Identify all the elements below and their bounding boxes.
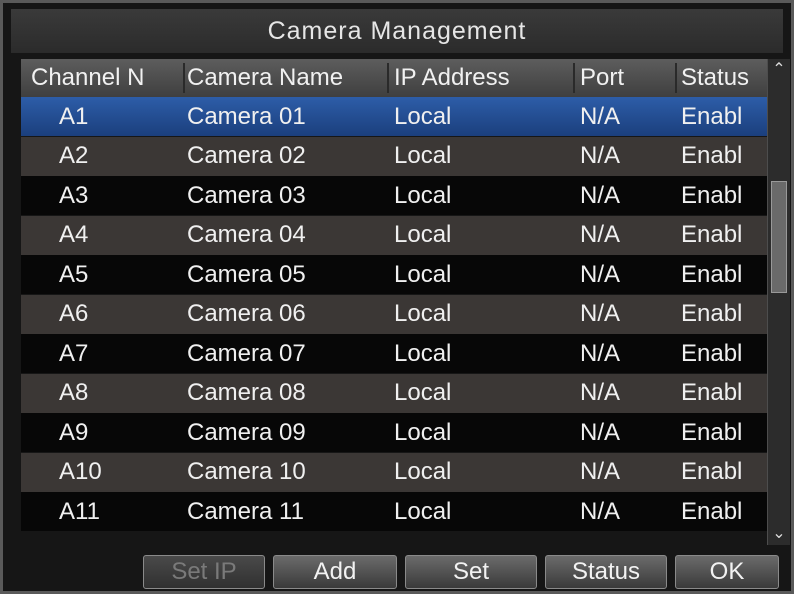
port-cell: N/A xyxy=(580,379,621,406)
ip-address-cell: Local xyxy=(394,379,452,406)
column-header-status[interactable]: Status xyxy=(681,59,767,97)
port-cell: N/A xyxy=(580,339,621,367)
channel-cell: A11 xyxy=(59,497,100,525)
port-cell: N/A xyxy=(580,300,621,327)
camera-name-cell: Camera 01 xyxy=(187,102,306,130)
status-cell: Enabl xyxy=(681,379,743,406)
dialog-title: Camera Management xyxy=(11,9,783,53)
table-row[interactable]: A2 Camera 02 Local N/A Enabl xyxy=(21,136,767,176)
column-divider xyxy=(183,63,185,93)
channel-cell: A6 xyxy=(59,300,89,327)
camera-name-cell: Camera 08 xyxy=(187,379,306,406)
chevron-down-icon[interactable]: ⌄ xyxy=(768,523,790,545)
column-header-ip-address[interactable]: IP Address xyxy=(394,59,569,97)
status-cell: Enabl xyxy=(681,260,743,288)
status-button[interactable]: Status xyxy=(545,555,667,589)
table-row[interactable]: A11 Camera 11 Local N/A Enabl xyxy=(21,492,767,531)
table-row[interactable]: A9 Camera 09 Local N/A Enabl xyxy=(21,413,767,452)
channel-cell: A10 xyxy=(59,458,102,485)
column-header-camera-name[interactable]: Camera Name xyxy=(187,59,379,97)
status-cell: Enabl xyxy=(681,339,743,367)
table-row[interactable]: A4 Camera 04 Local N/A Enabl xyxy=(21,215,767,255)
camera-name-cell: Camera 07 xyxy=(187,339,306,367)
column-divider xyxy=(387,63,389,93)
ip-address-cell: Local xyxy=(394,142,452,169)
scrollbar-thumb[interactable] xyxy=(771,181,787,293)
ip-address-cell: Local xyxy=(394,458,452,485)
ip-address-cell: Local xyxy=(394,418,452,446)
table-row[interactable]: A10 Camera 10 Local N/A Enabl xyxy=(21,452,767,492)
ip-address-cell: Local xyxy=(394,497,452,525)
channel-cell: A3 xyxy=(59,181,89,209)
camera-name-cell: Camera 02 xyxy=(187,142,306,169)
camera-name-cell: Camera 10 xyxy=(187,458,306,485)
camera-name-cell: Camera 04 xyxy=(187,221,306,248)
button-bar: Set IP Add Set Status OK xyxy=(11,551,783,591)
camera-name-cell: Camera 05 xyxy=(187,260,306,288)
table-row[interactable]: A8 Camera 08 Local N/A Enabl xyxy=(21,373,767,413)
set-ip-button[interactable]: Set IP xyxy=(143,555,265,589)
ip-address-cell: Local xyxy=(394,300,452,327)
channel-cell: A2 xyxy=(59,142,89,169)
column-divider xyxy=(573,63,575,93)
port-cell: N/A xyxy=(580,260,621,288)
ip-address-cell: Local xyxy=(394,102,452,130)
port-cell: N/A xyxy=(580,458,621,485)
status-cell: Enabl xyxy=(681,221,743,248)
table-row[interactable]: A5 Camera 05 Local N/A Enabl xyxy=(21,255,767,294)
channel-cell: A9 xyxy=(59,418,89,446)
column-header-port[interactable]: Port xyxy=(580,59,675,97)
table-row[interactable]: A3 Camera 03 Local N/A Enabl xyxy=(21,176,767,215)
camera-name-cell: Camera 11 xyxy=(187,497,304,525)
table-row[interactable]: A1 Camera 01 Local N/A Enabl xyxy=(21,97,767,136)
ip-address-cell: Local xyxy=(394,260,452,288)
column-header-channel[interactable]: Channel N xyxy=(31,59,183,97)
channel-cell: A4 xyxy=(59,221,89,248)
port-cell: N/A xyxy=(580,181,621,209)
table-row[interactable]: A6 Camera 06 Local N/A Enabl xyxy=(21,294,767,334)
port-cell: N/A xyxy=(580,142,621,169)
channel-cell: A7 xyxy=(59,339,89,367)
status-cell: Enabl xyxy=(681,300,743,327)
ok-button[interactable]: OK xyxy=(675,555,779,589)
port-cell: N/A xyxy=(580,221,621,248)
ip-address-cell: Local xyxy=(394,221,452,248)
status-cell: Enabl xyxy=(681,458,743,485)
table-scrollbar[interactable]: ⌃ ⌄ xyxy=(767,59,790,545)
chevron-up-icon[interactable]: ⌃ xyxy=(768,59,790,81)
ip-address-cell: Local xyxy=(394,339,452,367)
port-cell: N/A xyxy=(580,497,621,525)
channel-cell: A8 xyxy=(59,379,89,406)
camera-name-cell: Camera 09 xyxy=(187,418,306,446)
status-cell: Enabl xyxy=(681,181,743,209)
table-header: Channel N Camera Name IP Address Port St… xyxy=(21,59,767,97)
column-divider xyxy=(675,63,677,93)
camera-table: Channel N Camera Name IP Address Port St… xyxy=(21,59,767,545)
status-cell: Enabl xyxy=(681,102,743,130)
camera-name-cell: Camera 06 xyxy=(187,300,306,327)
status-cell: Enabl xyxy=(681,418,743,446)
status-cell: Enabl xyxy=(681,142,743,169)
port-cell: N/A xyxy=(580,418,621,446)
table-row[interactable]: A7 Camera 07 Local N/A Enabl xyxy=(21,334,767,373)
channel-cell: A1 xyxy=(59,102,89,130)
channel-cell: A5 xyxy=(59,260,89,288)
port-cell: N/A xyxy=(580,102,621,130)
set-button[interactable]: Set xyxy=(405,555,537,589)
camera-management-dialog: Camera Management Channel N Camera Name … xyxy=(0,0,794,594)
add-button[interactable]: Add xyxy=(273,555,397,589)
camera-name-cell: Camera 03 xyxy=(187,181,306,209)
status-cell: Enabl xyxy=(681,497,743,525)
ip-address-cell: Local xyxy=(394,181,452,209)
